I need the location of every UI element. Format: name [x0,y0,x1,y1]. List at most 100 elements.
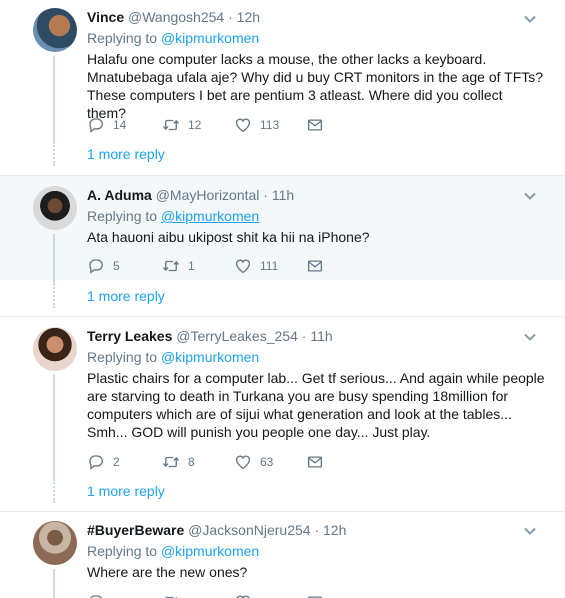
thread-dots [53,142,55,166]
more-options-button[interactable] [523,330,537,344]
timestamp[interactable]: 12h [237,9,260,25]
reply-button[interactable] [87,593,162,598]
reply-icon [87,453,105,471]
tweet-buyerbeware[interactable]: #BuyerBeware @JacksonNjeru254 · 12h Repl… [0,512,565,598]
envelope-icon [306,453,324,471]
tweet-vince[interactable]: Vince @Wangosh254 · 12h Replying to @kip… [0,0,565,176]
display-name[interactable]: Terry Leakes [87,328,172,344]
retweet-button[interactable]: 12 [162,116,234,134]
action-bar [87,592,324,598]
separator: · [263,187,268,203]
tweet-header: Vince @Wangosh254 · 12h [87,7,545,27]
chevron-down-icon [523,524,537,538]
envelope-icon [306,116,324,134]
thread-line [53,56,55,142]
reply-button[interactable]: 5 [87,257,162,275]
mention-link[interactable]: @kipmurkomen [161,349,259,365]
thread-line [53,569,55,598]
separator: · [314,522,320,538]
replying-prefix: Replying to [87,208,161,224]
replying-prefix: Replying to [87,30,161,46]
display-name[interactable]: Vince [87,9,124,25]
heart-icon [234,257,252,275]
action-bar: 5 1 111 [87,256,324,276]
reply-icon [87,116,105,134]
avatar[interactable] [33,327,77,371]
retweet-count: 8 [188,455,195,469]
separator: · [228,9,233,25]
avatar[interactable] [33,521,77,565]
reply-count: 5 [113,259,120,273]
retweet-count: 12 [188,118,202,132]
replying-to: Replying to @kipmurkomen [87,28,545,48]
timestamp[interactable]: 11h [310,328,332,344]
reply-icon [87,257,105,275]
direct-message-button[interactable] [306,593,324,598]
chevron-down-icon [523,12,537,26]
tweet-header: A. Aduma @MayHorizontal · 11h [87,185,545,205]
thread-dots [53,479,55,503]
mention-link[interactable]: @kipmurkomen [161,543,259,559]
direct-message-button[interactable] [306,453,324,471]
more-reply-link[interactable]: 1 more reply [87,483,165,499]
tweet-aduma[interactable]: A. Aduma @MayHorizontal · 11h Replying t… [0,176,565,317]
retweet-button[interactable]: 8 [162,453,234,471]
direct-message-button[interactable] [306,116,324,134]
like-button[interactable]: 111 [234,257,306,275]
avatar[interactable] [33,186,77,230]
like-count: 113 [260,118,280,132]
tweet-text: Plastic chairs for a computer lab... Get… [87,370,545,440]
action-bar: 2 8 63 [87,452,324,472]
retweet-button[interactable] [162,593,234,598]
like-button[interactable]: 113 [234,116,306,134]
retweet-count: 1 [188,259,195,273]
user-handle[interactable]: @MayHorizontal [156,187,260,203]
reply-button[interactable]: 2 [87,453,162,471]
retweet-icon [162,593,180,598]
retweet-icon [162,453,180,471]
reply-count: 2 [113,455,120,469]
tweet-terry-leakes[interactable]: Terry Leakes @TerryLeakes_254 · 11h Repl… [0,317,565,512]
tweet-header: #BuyerBeware @JacksonNjeru254 · 12h [87,520,545,540]
chevron-down-icon [523,189,537,203]
heart-icon [234,116,252,134]
mention-link[interactable]: @kipmurkomen [161,208,259,224]
display-name[interactable]: #BuyerBeware [87,522,184,538]
tweet-header: Terry Leakes @TerryLeakes_254 · 11h [87,326,545,346]
reply-icon [87,593,105,598]
user-handle[interactable]: @JacksonNjeru254 [188,522,310,538]
heart-icon [234,453,252,471]
display-name[interactable]: A. Aduma [87,187,152,203]
more-options-button[interactable] [523,524,537,538]
thread-dots [53,284,55,308]
reply-button[interactable]: 14 [87,116,162,134]
envelope-icon [306,257,324,275]
timestamp[interactable]: 11h [272,187,294,203]
more-reply-link[interactable]: 1 more reply [87,146,165,162]
replying-prefix: Replying to [87,349,161,365]
more-options-button[interactable] [523,189,537,203]
reply-count: 14 [113,118,127,132]
replying-to: Replying to @kipmurkomen [87,541,545,561]
retweet-button[interactable]: 1 [162,257,234,275]
more-reply-link[interactable]: 1 more reply [87,288,165,304]
replying-prefix: Replying to [87,543,161,559]
chevron-down-icon [523,330,537,344]
avatar[interactable] [33,8,77,52]
retweet-icon [162,257,180,275]
like-count: 63 [260,455,274,469]
direct-message-button[interactable] [306,257,324,275]
like-button[interactable]: 63 [234,453,306,471]
tweet-text: Where are the new ones? [87,564,248,580]
more-options-button[interactable] [523,12,537,26]
user-handle[interactable]: @Wangosh254 [128,9,224,25]
timestamp[interactable]: 12h [323,522,346,538]
mention-link[interactable]: @kipmurkomen [161,30,259,46]
like-button[interactable] [234,593,306,598]
user-handle[interactable]: @TerryLeakes_254 [176,328,298,344]
thread-line [53,234,55,284]
heart-icon [234,593,252,598]
like-count: 111 [260,259,279,273]
thread-line [53,375,55,479]
tweet-text: Halafu one computer lacks a mouse, the o… [87,51,544,121]
